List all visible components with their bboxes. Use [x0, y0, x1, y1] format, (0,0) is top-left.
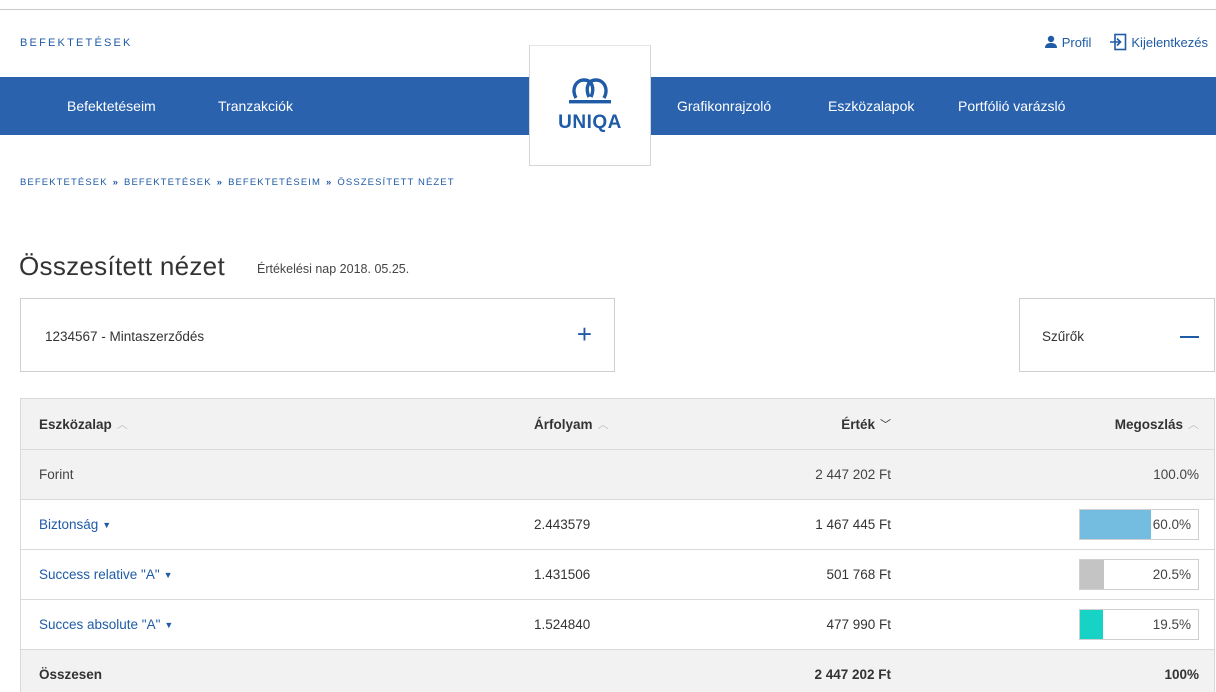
share-bar: 60.0% [1079, 509, 1199, 540]
fund-name: Biztonság [39, 517, 99, 532]
valuation-date: Értékelési nap 2018. 05.25. [257, 262, 410, 276]
subtotal-value: 2 447 202 Ft [815, 467, 891, 482]
fund-link[interactable]: Succes absolute "A" ▼ [39, 600, 173, 649]
sort-up-icon: ︿ [116, 419, 128, 431]
share-percent: 19.5% [1152, 617, 1191, 632]
fund-name: Succes absolute "A" [39, 617, 161, 632]
breadcrumb-current: ÖSSZESÍTETT NÉZET [337, 177, 455, 188]
subtotal-row: Forint 2 447 202 Ft 100.0% [21, 449, 1214, 499]
profile-label: Profil [1061, 34, 1092, 50]
fund-link[interactable]: Biztonság ▼ [39, 500, 111, 549]
fund-rate: 1.524840 [534, 617, 591, 632]
uniqa-logo-icon [569, 77, 611, 103]
collapse-minus-icon[interactable] [1180, 336, 1199, 338]
profile-link[interactable]: Profil [1044, 34, 1092, 50]
share-bar: 19.5% [1079, 609, 1199, 640]
breadcrumb-item[interactable]: BEFEKTETÉSEK [124, 177, 212, 188]
logout-link[interactable]: Kijelentkezés [1109, 33, 1208, 51]
share-bar-fill [1080, 560, 1105, 589]
sort-up-icon: ︿ [1188, 419, 1199, 431]
table-header: Eszközalap ︿ Árfolyam ︿ Érték ﹀ Megoszlás ︿ [21, 399, 1214, 449]
contract-selector[interactable]: 1234567 - Mintaszerződés + [20, 298, 615, 372]
share-percent: 60.0% [1152, 517, 1191, 532]
table-row: Success relative "A" ▼ 1.431506 501 768 F… [21, 549, 1214, 599]
uniqa-logo[interactable]: UNIQA [529, 45, 651, 166]
nav-item-portfolio-varazslo[interactable]: Portfólió varázsló [958, 77, 1065, 135]
fund-rate: 1.431506 [534, 567, 591, 582]
contract-label: 1234567 - Mintaszerződés [45, 329, 205, 344]
filters-panel[interactable]: Szűrők [1019, 298, 1215, 372]
breadcrumb-separator: » [112, 177, 120, 188]
share-bar-fill [1080, 510, 1151, 539]
fund-value: 477 990 Ft [826, 617, 891, 632]
total-row: Összesen 2 447 202 Ft 100% [21, 649, 1214, 692]
subtotal-share: 100.0% [1153, 467, 1199, 482]
col-header-label: Megoszlás [1114, 416, 1183, 432]
nav-item-befekteteseim[interactable]: Befektetéseim [67, 77, 156, 135]
fund-value: 501 768 Ft [826, 567, 891, 582]
fund-name: Success relative "A" [39, 567, 160, 582]
share-percent: 20.5% [1152, 567, 1191, 582]
caret-down-icon: ▼ [102, 519, 112, 530]
table-row: Succes absolute "A" ▼ 1.524840 477 990 Ft… [21, 599, 1214, 649]
share-bar: 20.5% [1079, 559, 1199, 590]
caret-down-icon: ▼ [163, 569, 173, 580]
total-label: Összesen [39, 667, 103, 682]
col-header-fund[interactable]: Eszközalap ︿ [39, 399, 128, 449]
page-title: Összesített nézet [19, 251, 225, 281]
breadcrumb-item[interactable]: BEFEKTETÉSEK [20, 177, 108, 188]
sort-up-icon: ︿ [597, 419, 609, 431]
table-row: Biztonság ▼ 2.443579 1 467 445 Ft 60.0% [21, 499, 1214, 549]
fund-rate: 2.443579 [534, 517, 591, 532]
col-header-share[interactable]: Megoszlás ︿ [1115, 399, 1199, 449]
breadcrumb-item[interactable]: BEFEKTETÉSEIM [228, 177, 321, 188]
user-icon [1044, 35, 1057, 48]
nav-item-grafikonrajzolo[interactable]: Grafikonrajzoló [677, 77, 771, 135]
nav-item-eszkozalapok[interactable]: Eszközalapok [828, 77, 914, 135]
breadcrumb-separator: » [326, 177, 333, 188]
logo-text: UNIQA [558, 111, 622, 133]
total-share: 100% [1164, 667, 1199, 682]
user-links: Profil Kijelentkezés [1044, 33, 1208, 51]
breadcrumb-separator: » [216, 177, 224, 188]
share-bar-fill [1080, 610, 1103, 639]
col-header-value[interactable]: Érték ﹀ [841, 399, 891, 449]
caret-down-icon: ▼ [164, 619, 174, 630]
col-header-label: Eszközalap [39, 416, 112, 432]
logout-label: Kijelentkezés [1131, 34, 1208, 50]
breadcrumb: BEFEKTETÉSEK » BEFEKTETÉSEK » BEFEKTETÉS… [20, 177, 455, 188]
site-brand[interactable]: BEFEKTETÉSEK [20, 37, 133, 49]
expand-plus-icon[interactable]: + [577, 319, 592, 350]
col-header-rate[interactable]: Árfolyam ︿ [534, 399, 609, 449]
holdings-table: Eszközalap ︿ Árfolyam ︿ Érték ﹀ Megoszlás ︿ … [20, 398, 1215, 692]
sort-down-icon: ﹀ [880, 419, 891, 431]
nav-item-tranzakciok[interactable]: Tranzakciók [218, 77, 293, 135]
col-header-label: Árfolyam [534, 416, 593, 432]
col-header-label: Érték [841, 416, 875, 432]
filters-label: Szűrők [1042, 329, 1085, 344]
fund-value: 1 467 445 Ft [815, 517, 891, 532]
total-value: 2 447 202 Ft [814, 667, 891, 682]
currency-name: Forint [39, 467, 74, 482]
top-divider [0, 9, 1216, 10]
fund-link[interactable]: Success relative "A" ▼ [39, 550, 173, 599]
logout-icon [1110, 33, 1127, 51]
